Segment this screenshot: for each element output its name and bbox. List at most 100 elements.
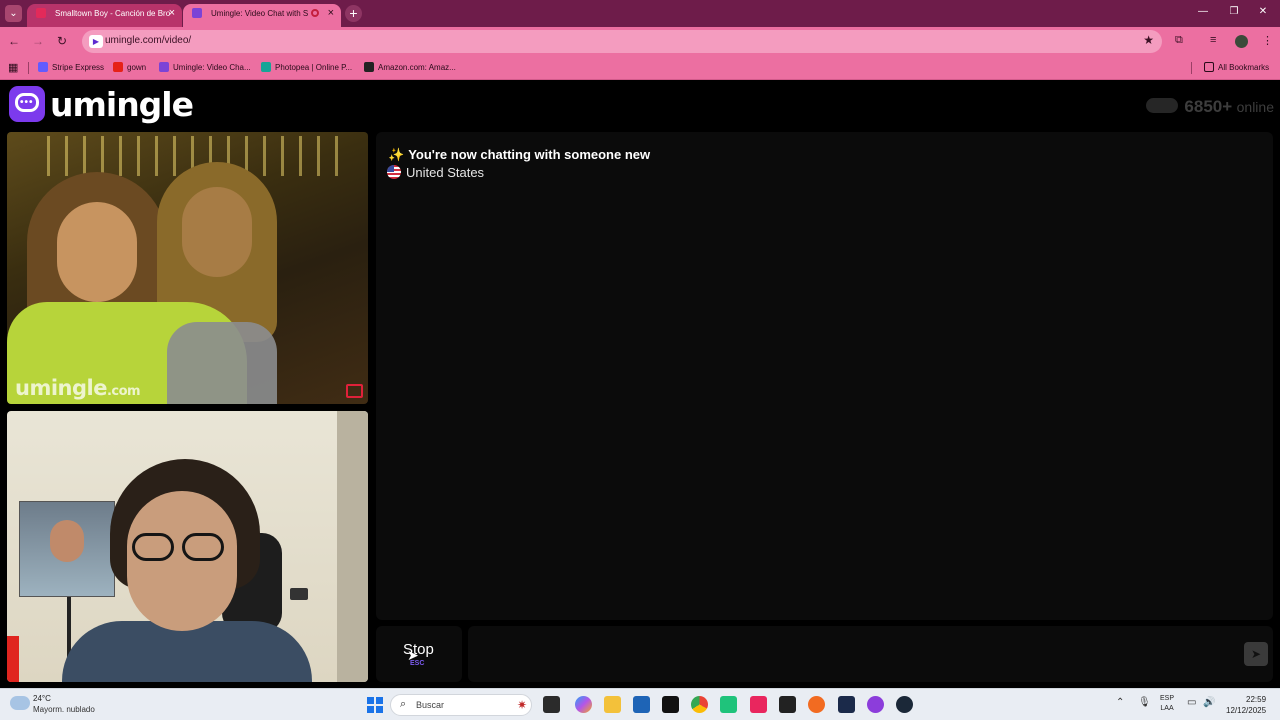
umingle-logo-icon[interactable]: ••• [9, 86, 45, 122]
bookmark-label: Stripe Express [52, 63, 105, 72]
bookmark-stripe-express[interactable]: Stripe Express [38, 62, 104, 72]
album-poster [19, 501, 115, 597]
glasses-shape [132, 533, 232, 561]
umingle-favicon-icon [192, 8, 202, 18]
bookmarks-bar: ▦ Stripe Express gown Umingle: Video Cha… [0, 56, 1280, 80]
music-favicon-icon [36, 8, 46, 18]
chat-panel: ✨ You're now chatting with someone new Un… [376, 132, 1273, 620]
bookmark-separator [1191, 62, 1192, 74]
weather-description[interactable]: Mayorm. nublado [33, 705, 95, 714]
brave-icon[interactable] [808, 696, 825, 713]
steam-icon[interactable] [896, 696, 913, 713]
new-tab-button[interactable]: + [345, 5, 362, 22]
taskbar-search[interactable]: ⌕ Buscar ✷ [390, 694, 532, 716]
forward-arrow-icon[interactable]: → [30, 33, 46, 49]
code-editor-icon[interactable] [838, 696, 855, 713]
watermark-suffix: .com [106, 384, 141, 399]
music-app-icon[interactable] [867, 696, 884, 713]
message-input[interactable] [468, 626, 1273, 682]
minimize-icon[interactable]: — [1196, 6, 1210, 17]
tray-chevron-up-icon[interactable]: ⌃ [1116, 697, 1124, 708]
restore-icon[interactable]: ❐ [1227, 6, 1241, 17]
chrome-icon[interactable] [691, 696, 708, 713]
capcut-icon[interactable] [779, 696, 796, 713]
apps-grid-icon[interactable]: ▦ [8, 61, 18, 74]
umingle-icon [159, 62, 169, 72]
address-bar[interactable]: ▶ umingle.com/video/ ★ [82, 30, 1162, 53]
search-placeholder: Buscar [416, 700, 445, 710]
media-controls-icon[interactable]: ≡ [1210, 34, 1216, 46]
windows-taskbar: 24°C Mayorm. nublado ⌕ Buscar ✷ ⌃ 🎙 ESP L… [0, 688, 1280, 720]
volume-icon[interactable]: 🔊 [1203, 697, 1215, 708]
weather-temperature[interactable]: 24°C [33, 694, 51, 703]
reload-icon[interactable]: ↻ [54, 33, 70, 49]
tab-title: Umingle: Video Chat with S [211, 9, 309, 18]
youtube-icon [113, 62, 123, 72]
menu-kebab-icon[interactable]: ⋮ [1262, 34, 1273, 47]
file-explorer-icon[interactable] [604, 696, 621, 713]
bookmark-amazon[interactable]: Amazon.com: Amaz... [364, 62, 456, 72]
site-camera-icon[interactable]: ▶ [89, 35, 103, 48]
stop-button[interactable]: Stop ESC ➤ [376, 626, 462, 682]
close-window-icon[interactable]: ✕ [1256, 6, 1270, 17]
send-button[interactable]: ➤ [1244, 642, 1268, 666]
chat-dots: ••• [20, 97, 34, 108]
microphone-icon[interactable]: 🎙 [1138, 697, 1151, 708]
tab-search-chevron-icon[interactable]: ⌄ [5, 5, 22, 22]
logo-text[interactable]: umingle [50, 85, 194, 124]
bookmark-gown[interactable]: gown [113, 62, 146, 72]
video-watermark: umingle.com [15, 376, 141, 400]
bookmark-star-icon[interactable]: ★ [1143, 33, 1154, 47]
chat-status-message: ✨ You're now chatting with someone new [388, 147, 650, 163]
taskbar-clock[interactable]: 22:59 12/12/2025 [1226, 694, 1266, 716]
task-view-icon[interactable] [543, 696, 560, 713]
search-icon: ⌕ [400, 698, 407, 710]
folder-icon [1204, 62, 1214, 72]
report-flag-icon[interactable] [346, 384, 363, 398]
red-object [7, 636, 19, 682]
tab-umingle[interactable]: Umingle: Video Chat with S × [183, 4, 341, 27]
cloudy-weather-icon[interactable] [10, 696, 30, 710]
copilot-icon[interactable] [575, 696, 592, 713]
network-icon[interactable]: ▭ [1187, 697, 1196, 708]
extensions-icon[interactable]: ⧉ [1175, 34, 1183, 47]
close-tab-icon[interactable]: × [328, 4, 334, 23]
recording-indicator-icon [311, 9, 319, 17]
bookmark-photopea[interactable]: Photopea | Online P... [261, 62, 352, 72]
stranger-second-face [182, 187, 252, 277]
stranger-hand-phone [167, 322, 277, 404]
language-indicator[interactable]: ESP LAA [1160, 694, 1174, 714]
self-video [7, 411, 368, 682]
bookmark-label: Umingle: Video Cha... [173, 63, 251, 72]
tab-smalltown-boy[interactable]: Smalltown Boy - Canción de Bro × [27, 4, 182, 27]
search-highlight-icon: ✷ [516, 698, 527, 712]
whatsapp-icon[interactable] [720, 696, 737, 713]
store-icon[interactable] [633, 696, 650, 713]
mouse-cursor-icon: ➤ [407, 647, 419, 663]
back-arrow-icon[interactable]: ← [6, 33, 22, 49]
browser-tab-strip: ⌄ Smalltown Boy - Canción de Bro × Uming… [0, 0, 1280, 27]
url-text[interactable]: umingle.com/video/ [105, 35, 191, 46]
country-text: United States [406, 165, 485, 180]
stranger-video: umingle.com [7, 132, 368, 404]
lang-code: ESP [1160, 695, 1175, 702]
theme-toggle[interactable] [1146, 98, 1179, 113]
tiktok-icon[interactable] [750, 696, 767, 713]
close-tab-icon[interactable]: × [169, 4, 175, 23]
photopea-icon [261, 62, 271, 72]
clock-time: 22:59 [1246, 695, 1267, 704]
windows-start-icon[interactable] [367, 697, 383, 713]
bookmark-umingle[interactable]: Umingle: Video Cha... [159, 62, 251, 72]
all-bookmarks-folder[interactable]: All Bookmarks [1204, 62, 1269, 72]
profile-avatar[interactable] [1235, 35, 1248, 48]
us-flag-icon [387, 165, 401, 179]
wall-switch [290, 588, 308, 600]
epic-games-icon[interactable] [662, 696, 679, 713]
bookmark-separator [28, 62, 29, 74]
poster-face [50, 520, 84, 562]
stranger-face [57, 202, 137, 302]
tab-title: Smalltown Boy - Canción de Bro [55, 9, 171, 18]
stranger-country: United States [387, 165, 484, 180]
send-arrow-icon: ➤ [1250, 647, 1262, 661]
online-count: 6850+ [1184, 97, 1233, 116]
